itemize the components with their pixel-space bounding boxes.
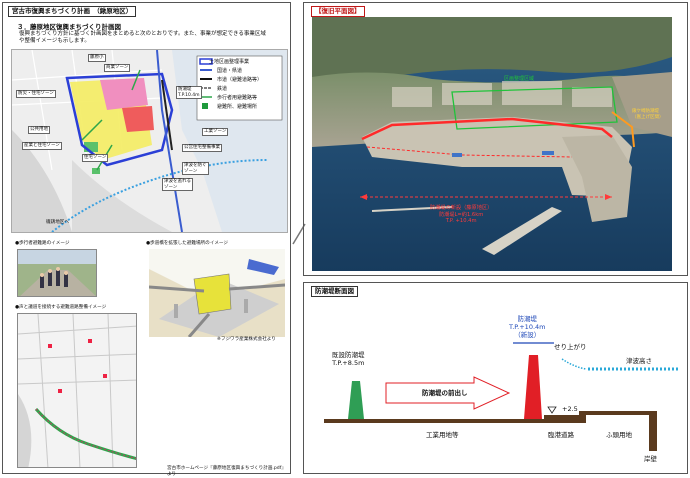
label-industry-residential: 産業と住宅ゾーン	[22, 142, 62, 150]
left-panel: 宮古市復興まちづくり計画 （鍬原地区） ３．藤原地区復興まちづくり計画図 復興ま…	[2, 2, 291, 477]
label-rise: せり上がり	[554, 343, 587, 351]
caption-bridge-evac: ●歩道橋を拡張した避難場所のイメージ	[146, 241, 229, 246]
section-description: 復興まちづくり方針に基づく計画図をまとめると次のとおりです。また、事業が想定でき…	[19, 31, 266, 44]
label-seawall-callout: 防潮堤 T.P.10.4m	[176, 86, 202, 99]
label-move-forward: 防潮堤の前出し	[422, 389, 468, 397]
legend-national-road: 国道・県道	[217, 68, 243, 74]
label-public-housing: 公営住宅整備事業	[182, 144, 222, 152]
caption-road-map: ●声と議道を接続する避難道路整備イメージ	[15, 305, 107, 310]
label-coastal-road: 臨港道路	[548, 431, 574, 439]
image-bridge-shelter	[149, 249, 285, 337]
label-new-wall: 防潮堤 T.P.+10.4m （新設）	[509, 315, 546, 339]
right-bottom-panel: 防潮堤断面図 既設防潮堤 T.P.+8.5m 防潮堤 T.P.+10.4m （新…	[303, 282, 688, 474]
label-kuwagasaki-wall: 鍬ケ崎防潮堤 （嵩上げ区間）	[632, 109, 664, 120]
legend-shelter: 避難所、避難場所	[217, 104, 258, 110]
aerial-photo: 区画整理区域 鍬ケ崎防潮堤 （嵩上げ区間） 防潮堤の新設（藤原地区） 防潮堤L=…	[312, 17, 672, 271]
label-residential-zone-2: 住宅ゾーン	[82, 154, 109, 162]
label-quay: 岸壁	[644, 455, 657, 463]
label-public-land: 公共用地	[28, 126, 50, 134]
label-new-seawall: 防潮堤の新設（藤原地区） 防潮堤L=約1.6km T.P. +10.4m	[430, 205, 493, 224]
label-industry-zone: 工業ゾーン	[202, 128, 229, 136]
label-ground-level: +2.5	[562, 405, 578, 413]
legend-pedestrian-route: 歩行者用避難路等	[217, 95, 258, 101]
photo-evac-road	[17, 249, 97, 297]
label-school: 藤原小	[88, 54, 106, 62]
label-readjustment-area: 区画整理区域	[504, 76, 535, 82]
caption-evac-road: ●歩行者避難路のイメージ	[15, 241, 70, 246]
new-seawall	[524, 355, 542, 419]
label-next-district: 磯鶏地区へ	[46, 220, 69, 225]
left-footer: 宮古市ホームページ『藤原地区復興まちづくり計画.pdf』より	[167, 466, 286, 477]
label-tsunami-height: 津波高さ	[626, 357, 652, 365]
right-top-title: 【復旧平面図】	[311, 6, 365, 17]
legend-land-readjustment: 土地区画整理事業	[209, 59, 250, 65]
plan-map: 土地区画整理事業 国道・県道 市道（避難道路等） 鉄道 歩行者用避難路等 避難所…	[11, 49, 288, 233]
section-heading: ３．藤原地区復興まちづくり計画図	[17, 23, 121, 31]
legend-city-road: 市道（避難道路等）	[217, 77, 263, 83]
image-road-map	[17, 313, 137, 468]
label-industrial-land: 工業用地等	[426, 431, 459, 439]
rise-curve	[561, 358, 587, 370]
existing-seawall	[348, 381, 364, 419]
label-residential-zone-1: 防災・住宅ゾーン	[16, 90, 56, 98]
label-tsunami-escape-zone: 津波を逃れる ゾーン	[162, 178, 193, 191]
label-tsunami-prevent-zone: 津波を防ぐ ゾーン	[182, 162, 209, 175]
legend-railway: 鉄道	[217, 86, 228, 92]
left-title: 宮古市復興まちづくり計画 （鍬原地区）	[8, 6, 137, 17]
ground-level-marker	[547, 406, 557, 414]
right-top-panel: 【復旧平面図】 区画整理区域 鍬ケ崎防潮堤 （嵩上げ区間） 防潮堤の新設（藤原地…	[303, 2, 688, 276]
label-existing-wall: 既設防潮堤 T.P.+8.5m	[332, 351, 365, 367]
image-credit: ※フジワラ産業株式会社より	[217, 337, 276, 342]
cross-section-svg	[324, 342, 679, 451]
label-commerce-zone: 商業ゾーン	[104, 64, 131, 72]
label-wharf: ふ頭用地	[606, 431, 632, 439]
